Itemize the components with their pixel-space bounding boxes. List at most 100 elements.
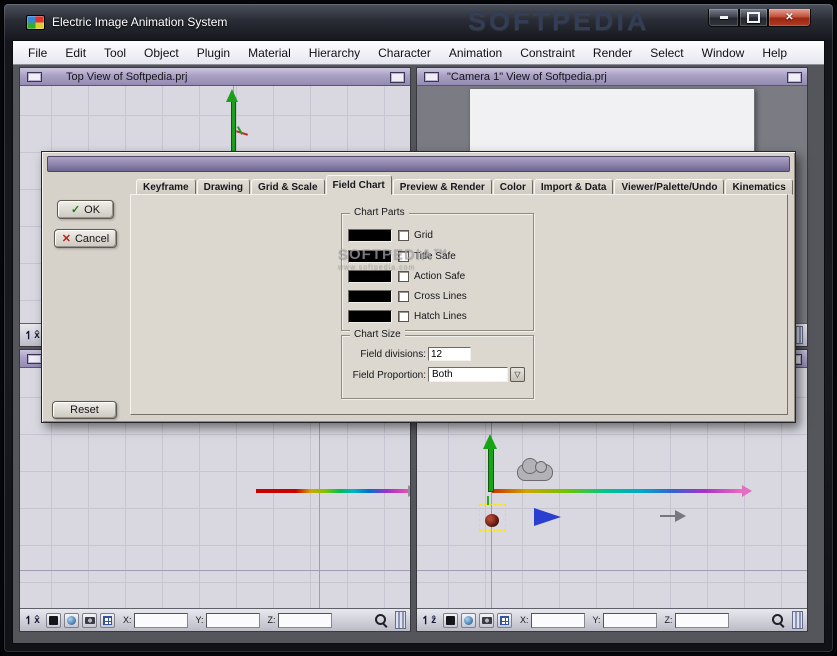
y-input[interactable] xyxy=(205,612,260,628)
viewport-title: Top View of Softpedia.prj xyxy=(66,70,188,83)
x-label: X: xyxy=(123,615,132,625)
grid-toggle-button[interactable] xyxy=(100,612,115,628)
menu-object[interactable]: Object xyxy=(135,42,188,64)
dialog-tabs: Keyframe Drawing Grid & Scale Field Char… xyxy=(136,175,794,195)
viewport-titlebar[interactable]: Top View of Softpedia.prj xyxy=(20,68,410,86)
sphere-view-button[interactable] xyxy=(461,612,476,628)
field-proportion-label: Field Proportion: xyxy=(352,370,426,381)
maximize-button[interactable] xyxy=(739,9,768,27)
z-input[interactable] xyxy=(674,612,729,628)
field-divisions-input[interactable] xyxy=(428,347,471,361)
y-label: Y: xyxy=(195,615,204,625)
menu-window[interactable]: Window xyxy=(693,42,754,64)
window-titlebar[interactable]: Electric Image Animation System SOFTPEDI… xyxy=(12,4,825,40)
title-safe-checkbox[interactable] xyxy=(398,250,409,262)
menu-edit[interactable]: Edit xyxy=(56,42,95,64)
ok-button[interactable]: OK xyxy=(57,200,114,219)
zoom-window-icon[interactable] xyxy=(787,72,802,83)
menu-file[interactable]: File xyxy=(19,42,56,64)
x-input[interactable] xyxy=(530,612,585,628)
tab-field-chart[interactable]: Field Chart xyxy=(325,175,392,195)
color-swatch[interactable] xyxy=(348,309,392,323)
selected-object[interactable] xyxy=(479,504,506,531)
field-divisions-label: Field divisions: xyxy=(360,349,426,360)
menu-bar: File Edit Tool Object Plugin Material Hi… xyxy=(13,41,824,65)
hatch-lines-checkbox[interactable] xyxy=(398,310,409,322)
menu-select[interactable]: Select xyxy=(641,42,692,64)
close-button[interactable] xyxy=(768,9,811,27)
menu-tool[interactable]: Tool xyxy=(95,42,135,64)
tab-color[interactable]: Color xyxy=(492,179,533,195)
chart-part-row: Grid xyxy=(348,228,529,242)
menu-help[interactable]: Help xyxy=(753,42,796,64)
sphere-icon xyxy=(67,615,76,625)
axis-letter: x̂ xyxy=(34,614,40,626)
sphere-view-button[interactable] xyxy=(64,612,79,628)
path-end-arrow xyxy=(408,485,410,497)
display-mode-button[interactable] xyxy=(46,612,61,628)
grid-icon xyxy=(500,615,509,625)
chart-part-row: Action Safe xyxy=(348,269,529,283)
field-proportion-value[interactable]: Both xyxy=(428,367,508,382)
tab-preview-render[interactable]: Preview & Render xyxy=(392,179,492,195)
grid-checkbox[interactable] xyxy=(398,229,409,241)
gray-arrow[interactable] xyxy=(675,510,686,522)
camera-view-button[interactable] xyxy=(479,612,494,628)
tab-drawing[interactable]: Drawing xyxy=(196,179,251,195)
menu-character[interactable]: Character xyxy=(369,42,440,64)
tab-viewer-palette-undo[interactable]: Viewer/Palette/Undo xyxy=(614,179,725,195)
menu-hierarchy[interactable]: Hierarchy xyxy=(300,42,369,64)
grid-icon xyxy=(103,615,112,625)
viewport-status-bar: x̂ X: Y: Z: xyxy=(20,608,410,631)
tab-import-data[interactable]: Import & Data xyxy=(533,179,614,195)
minimize-button[interactable] xyxy=(708,9,739,27)
menu-render[interactable]: Render xyxy=(584,42,641,64)
color-swatch[interactable] xyxy=(348,269,392,283)
z-input[interactable] xyxy=(277,612,332,628)
cancel-label: Cancel xyxy=(74,232,110,245)
collapse-icon[interactable] xyxy=(27,71,42,82)
chart-part-label: Action Safe xyxy=(414,270,466,282)
camera-object[interactable] xyxy=(517,458,553,481)
chart-part-label: Grid xyxy=(414,229,433,241)
menu-constraint[interactable]: Constraint xyxy=(511,42,584,64)
axis-icon: x̂ xyxy=(24,612,43,628)
blue-arrow[interactable] xyxy=(534,508,561,526)
resize-grip[interactable] xyxy=(395,611,406,629)
magnifier-icon[interactable] xyxy=(375,613,388,627)
menu-plugin[interactable]: Plugin xyxy=(188,42,239,64)
x-input[interactable] xyxy=(133,612,188,628)
zoom-window-icon[interactable] xyxy=(390,72,405,83)
grid-toggle-button[interactable] xyxy=(497,612,512,628)
tab-grid-scale[interactable]: Grid & Scale xyxy=(251,179,325,195)
viewport-status-bar: ẑ X: Y: Z: xyxy=(417,608,807,631)
y-input[interactable] xyxy=(602,612,657,628)
cross-lines-checkbox[interactable] xyxy=(398,290,409,302)
viewport-titlebar[interactable]: "Camera 1" View of Softpedia.prj xyxy=(417,68,807,86)
app-workspace: File Edit Tool Object Plugin Material Hi… xyxy=(12,40,825,644)
action-safe-checkbox[interactable] xyxy=(398,270,409,282)
tab-kinematics[interactable]: Kinematics xyxy=(725,179,793,195)
dropdown-arrow-button[interactable] xyxy=(510,367,525,382)
collapse-icon[interactable] xyxy=(424,71,439,82)
grid-axis-line-h xyxy=(417,570,807,571)
menu-material[interactable]: Material xyxy=(239,42,300,64)
magnifier-icon[interactable] xyxy=(772,613,785,627)
axis-letter: ẑ xyxy=(431,614,437,626)
axis-tripod xyxy=(234,126,249,138)
dialog-titlebar[interactable] xyxy=(47,156,790,172)
app-window: Electric Image Animation System SOFTPEDI… xyxy=(0,0,837,656)
display-mode-button[interactable] xyxy=(443,612,458,628)
menu-animation[interactable]: Animation xyxy=(440,42,511,64)
tab-keyframe[interactable]: Keyframe xyxy=(136,179,196,195)
color-swatch[interactable] xyxy=(348,289,392,303)
camera-view-button[interactable] xyxy=(82,612,97,628)
color-swatch[interactable] xyxy=(348,228,392,242)
color-swatch[interactable] xyxy=(348,249,392,263)
collapse-icon[interactable] xyxy=(27,353,42,364)
camera-icon xyxy=(481,616,492,624)
reset-button[interactable]: Reset xyxy=(52,401,117,419)
cancel-button[interactable]: Cancel xyxy=(54,229,117,248)
resize-grip[interactable] xyxy=(792,611,803,629)
field-chart-panel: Chart Parts Grid Title Safe Action Safe … xyxy=(130,194,788,415)
